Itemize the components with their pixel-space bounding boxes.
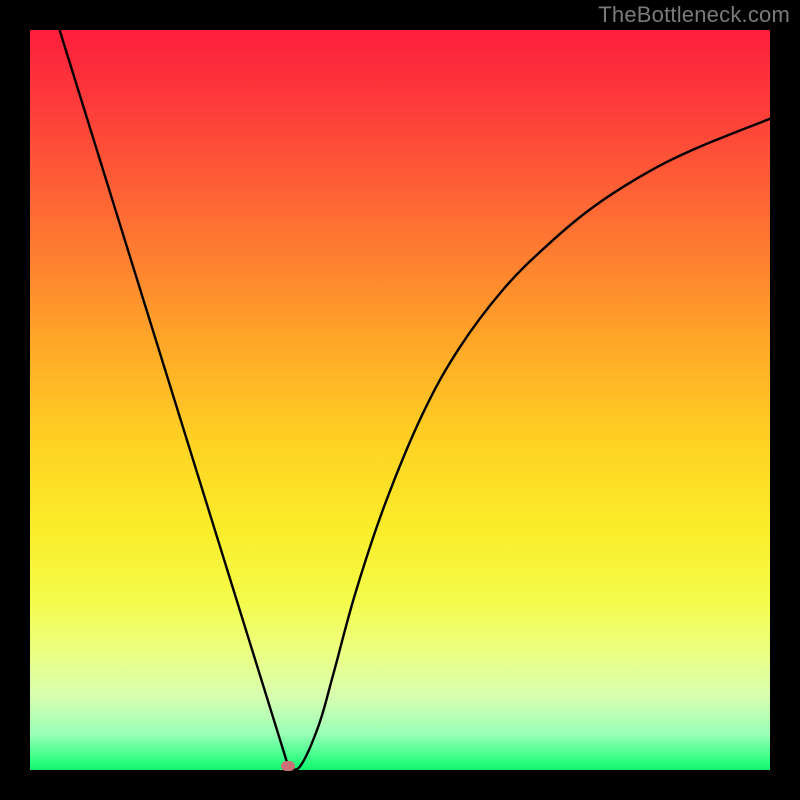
curve-svg (30, 30, 770, 770)
chart-frame: TheBottleneck.com (0, 0, 800, 800)
optimum-marker (281, 761, 295, 771)
plot-area (30, 30, 770, 770)
watermark-text: TheBottleneck.com (598, 2, 790, 28)
bottleneck-curve (60, 30, 770, 770)
